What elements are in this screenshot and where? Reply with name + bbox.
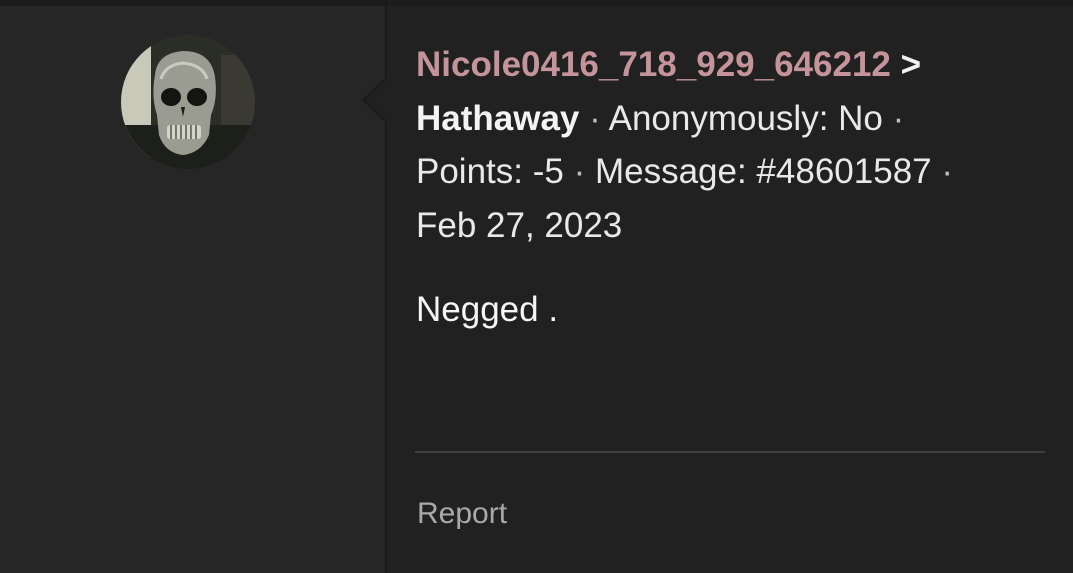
separator-dot: · — [579, 98, 609, 138]
post-date: Feb 27, 2023 — [416, 205, 623, 245]
message-body: Negged . — [416, 290, 559, 329]
author-link[interactable]: Nicole0416_718_929_646212 — [416, 45, 891, 84]
report-link[interactable]: Report — [417, 494, 507, 534]
separator-dot: · — [931, 152, 954, 191]
post-header: Nicole0416_718_929_646212 > Hathaway · A… — [416, 38, 1036, 252]
separator-dot: · — [882, 98, 905, 138]
anonymous-status: Anonymously: No — [608, 98, 883, 138]
recipient-link[interactable]: Hathaway — [416, 99, 579, 138]
footer-divider — [415, 451, 1045, 453]
separator-dot: · — [563, 152, 595, 191]
speech-pointer-fill — [365, 78, 388, 122]
post-container: Nicole0416_718_929_646212 > Hathaway · A… — [0, 0, 1073, 573]
points-value: Points: -5 — [416, 152, 564, 191]
skull-avatar-icon — [121, 35, 255, 169]
message-id: Message: #48601587 — [594, 152, 932, 191]
to-arrow: > — [900, 45, 922, 84]
user-avatar[interactable] — [121, 35, 255, 169]
